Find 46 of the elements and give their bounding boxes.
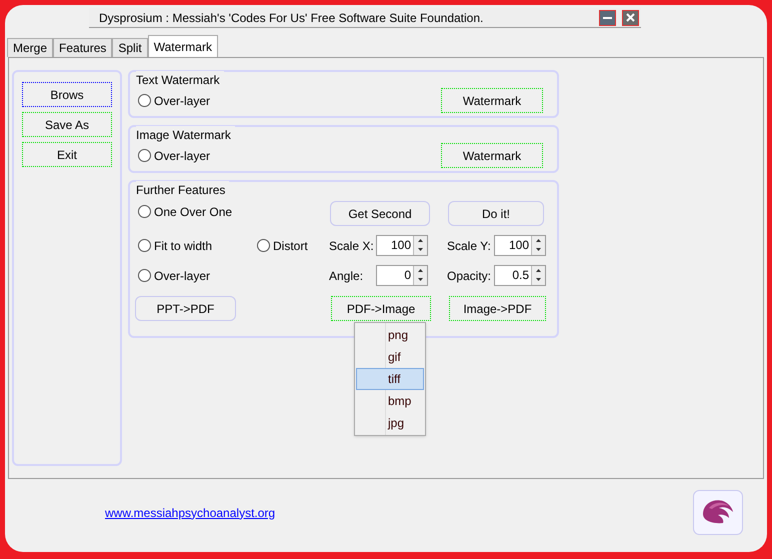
number-spinner[interactable]: 100 [376, 235, 428, 256]
tab[interactable]: Merge [7, 38, 54, 57]
radio-option[interactable]: Distort [257, 236, 329, 254]
spinner-label: Scale X: [329, 238, 375, 254]
action-button[interactable]: Exit [22, 142, 112, 167]
menu-item[interactable]: gif [356, 346, 424, 368]
radio-option[interactable]: Over-layer [138, 266, 329, 284]
radio-label: Over-layer [154, 268, 210, 284]
tab[interactable]: Split [112, 38, 148, 57]
minimize-button[interactable] [599, 10, 616, 26]
radio-label: Over-layer [154, 148, 210, 164]
menu-item[interactable]: png [356, 324, 424, 346]
radio-option[interactable]: Fit to width [138, 236, 257, 254]
menu-item[interactable]: tiff [356, 368, 424, 390]
close-button[interactable] [622, 10, 639, 26]
radio-option[interactable]: Over-layer [138, 92, 210, 110]
number-spinner[interactable]: 0 [376, 265, 428, 286]
tab[interactable]: Watermark [148, 35, 218, 57]
window-title: Dysprosium : Messiah's 'Codes For Us' Free Software Suite Foundation. [99, 10, 484, 26]
number-spinner[interactable]: 0.5 [494, 265, 546, 286]
number-spinner[interactable]: 100 [494, 235, 546, 256]
group-title: Image Watermark [136, 126, 235, 144]
action-button[interactable]: Save As [22, 112, 112, 137]
spinner-label: Angle: [329, 268, 364, 284]
radio-option[interactable]: One Over One [138, 202, 328, 220]
action-button[interactable]: Image->PDF [449, 296, 546, 321]
radio-option[interactable]: Over-layer [138, 146, 210, 164]
spinner-label: Scale Y: [447, 238, 492, 254]
menu-item[interactable]: jpg [356, 412, 424, 434]
action-button[interactable]: PDF->Image [331, 296, 431, 321]
website-link[interactable]: www.messiahpsychoanalyst.org [105, 504, 276, 522]
radio-label: Distort [273, 238, 308, 254]
tab[interactable]: Features [53, 38, 112, 57]
action-button[interactable]: Do it! [448, 201, 544, 226]
action-button[interactable]: Watermark [441, 88, 543, 113]
phoenix-logo-icon [693, 490, 743, 535]
action-button[interactable]: Get Second [330, 201, 430, 226]
action-button[interactable]: Watermark [441, 143, 543, 168]
action-button[interactable]: Brows [22, 82, 112, 107]
radio-label: Fit to width [154, 238, 212, 254]
spinner-label: Opacity: [447, 268, 492, 284]
close-icon [626, 13, 635, 22]
action-button[interactable]: PPT->PDF [135, 296, 236, 321]
radio-label: One Over One [154, 204, 232, 220]
menu-item[interactable]: bmp [356, 390, 424, 412]
radio-label: Over-layer [154, 92, 210, 110]
